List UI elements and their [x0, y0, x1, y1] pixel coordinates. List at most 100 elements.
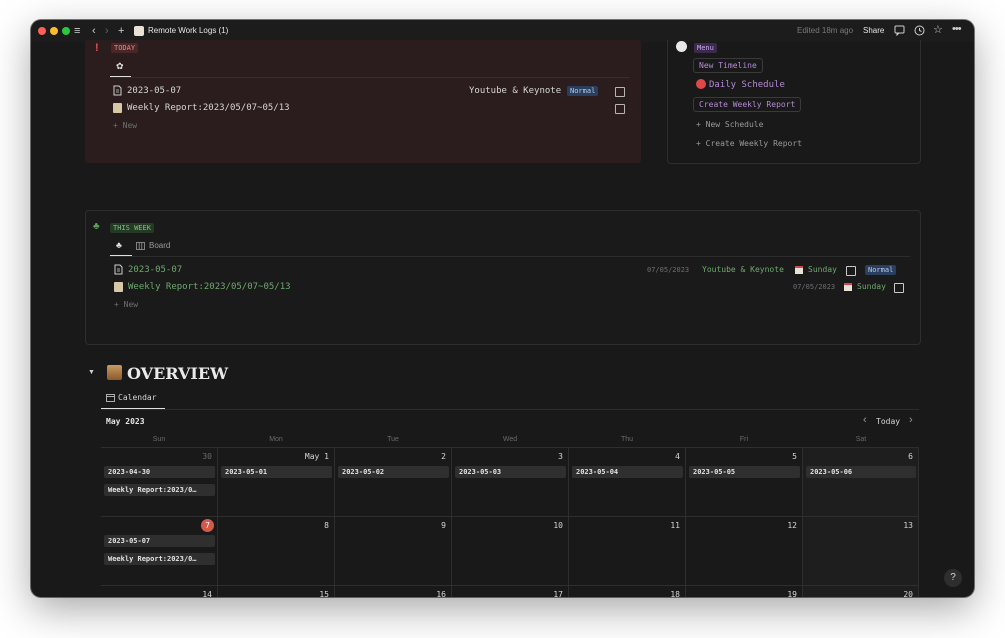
new-timeline-button[interactable]: New Timeline: [693, 58, 763, 73]
new-page-icon[interactable]: +: [118, 24, 124, 38]
calendar-tab-icon: [106, 394, 115, 402]
week-row-date: 07/05/2023: [793, 283, 836, 291]
new-item-button[interactable]: + New: [114, 300, 138, 309]
more-options-icon[interactable]: •••: [952, 22, 962, 36]
calendar-card[interactable]: Weekly Report:2023/0…: [104, 484, 215, 496]
comments-icon[interactable]: [894, 25, 905, 36]
calendar-day[interactable]: 8: [218, 517, 335, 586]
calendar-icon: [795, 266, 803, 274]
calendar-card[interactable]: 2023-05-01: [221, 466, 332, 478]
done-checkbox[interactable]: [615, 104, 625, 114]
calendar-card[interactable]: 2023-05-04: [572, 466, 683, 478]
tab-calendar[interactable]: Calendar: [118, 393, 157, 402]
calendar-day[interactable]: 13: [803, 517, 919, 586]
back-icon[interactable]: ‹: [92, 24, 96, 38]
page-icon: [113, 85, 122, 96]
calendar-day[interactable]: 5 2023-05-05: [686, 448, 803, 517]
favorite-star-icon[interactable]: ☆: [933, 23, 943, 37]
calendar-day[interactable]: 20: [803, 586, 919, 597]
calendar-day[interactable]: 14: [101, 586, 218, 597]
week-row-title[interactable]: 2023-05-07: [128, 265, 182, 275]
calendar-card[interactable]: 2023-05-07: [104, 535, 215, 547]
week-row-day: Sunday: [808, 265, 837, 274]
help-button[interactable]: ?: [944, 569, 962, 587]
calendar-card[interactable]: Weekly Report:2023/0…: [104, 553, 215, 565]
weekday-header: Tue: [387, 436, 399, 443]
calendar-day[interactable]: 18: [569, 586, 686, 597]
alarm-clock-icon: [696, 79, 706, 89]
page-icon: [134, 26, 144, 36]
calendar-grid: 30 2023-04-30 Weekly Report:2023/0… May …: [101, 447, 919, 597]
calendar-card[interactable]: 2023-04-30: [104, 466, 215, 478]
today-marker: 7: [201, 519, 214, 532]
edited-timestamp: Edited 18m ago: [797, 26, 854, 35]
calendar-icon: [844, 283, 852, 291]
calendar-card[interactable]: 2023-05-06: [806, 466, 916, 478]
today-row-title[interactable]: 2023-05-07: [127, 86, 181, 96]
page-title[interactable]: Remote Work Logs (1): [148, 26, 228, 35]
today-label: TODAY: [111, 43, 139, 53]
minimize-window-button[interactable]: [50, 27, 58, 35]
daily-schedule-link[interactable]: Daily Schedule: [709, 80, 785, 90]
tab-board[interactable]: Board: [149, 241, 170, 250]
calendar-day[interactable]: 30 2023-04-30 Weekly Report:2023/0…: [101, 448, 218, 517]
share-button[interactable]: Share: [863, 26, 884, 35]
calendar-day[interactable]: 15: [218, 586, 335, 597]
overview-heading: OVERVIEW: [127, 364, 229, 383]
done-checkbox[interactable]: [894, 283, 904, 293]
calendar-day[interactable]: 7 2023-05-07 Weekly Report:2023/0…: [101, 517, 218, 586]
history-icon[interactable]: [914, 25, 925, 36]
calendar-card[interactable]: 2023-05-05: [689, 466, 800, 478]
week-row-date: 07/05/2023: [647, 266, 690, 274]
calendar-day[interactable]: 3 2023-05-03: [452, 448, 569, 517]
weekday-header: Mon: [269, 436, 283, 443]
day-number: 13: [903, 521, 913, 530]
view-tab-icon[interactable]: ✿: [116, 61, 124, 72]
toggle-arrow-icon[interactable]: ▼: [88, 369, 95, 376]
week-row-tag: Youtube & Keynote: [702, 265, 784, 274]
done-checkbox[interactable]: [615, 87, 625, 97]
calendar-day[interactable]: 9: [335, 517, 452, 586]
view-tab-icon[interactable]: ♣: [116, 240, 122, 250]
day-number: 16: [436, 590, 446, 597]
calendar-day[interactable]: 17: [452, 586, 569, 597]
day-number: 12: [787, 521, 797, 530]
close-window-button[interactable]: [38, 27, 46, 35]
done-checkbox[interactable]: [846, 266, 856, 276]
day-number: 2: [441, 452, 446, 461]
today-button[interactable]: Today: [876, 417, 900, 426]
day-number: 5: [792, 452, 797, 461]
zoom-window-button[interactable]: [62, 27, 70, 35]
weekday-header: Sun: [152, 436, 166, 443]
calendar-day[interactable]: 19: [686, 586, 803, 597]
create-weekly-report-link[interactable]: + Create Weekly Report: [696, 139, 802, 148]
weekday-header: Thu: [620, 436, 634, 443]
calendar-day[interactable]: May 1 2023-05-01: [218, 448, 335, 517]
calendar-day[interactable]: 10: [452, 517, 569, 586]
day-number: 8: [324, 521, 329, 530]
day-number: 19: [787, 590, 797, 597]
next-month-icon[interactable]: ›: [909, 414, 913, 426]
new-schedule-button[interactable]: + New Schedule: [696, 120, 763, 129]
today-row-title[interactable]: Weekly Report:2023/05/07~05/13: [127, 103, 290, 113]
week-row-day: Sunday: [857, 282, 886, 291]
calendar-day[interactable]: 6 2023-05-06: [803, 448, 919, 517]
calendar-day[interactable]: 11: [569, 517, 686, 586]
prev-month-icon[interactable]: ‹: [863, 414, 867, 426]
forward-icon[interactable]: ›: [105, 24, 109, 38]
calendar-card[interactable]: 2023-05-03: [455, 466, 566, 478]
calendar-day[interactable]: 2 2023-05-02: [335, 448, 452, 517]
week-row-title[interactable]: Weekly Report:2023/05/07~05/13: [128, 282, 291, 292]
calendar-card[interactable]: 2023-05-02: [338, 466, 449, 478]
new-item-button[interactable]: + New: [113, 121, 137, 130]
calendar-day[interactable]: 12: [686, 517, 803, 586]
menu-icon[interactable]: ≡: [74, 24, 80, 38]
create-weekly-report-button[interactable]: Create Weekly Report: [693, 97, 802, 112]
calendar-day[interactable]: 4 2023-05-04: [569, 448, 686, 517]
this-week-label: THIS WEEK: [110, 223, 154, 233]
app-window: ≡ ‹ › + Remote Work Logs (1) Edited 18m …: [31, 20, 974, 597]
exclamation-icon: !: [95, 42, 99, 54]
calendar-day[interactable]: 16: [335, 586, 452, 597]
status-badge: Normal: [865, 265, 897, 275]
day-number: 10: [553, 521, 563, 530]
